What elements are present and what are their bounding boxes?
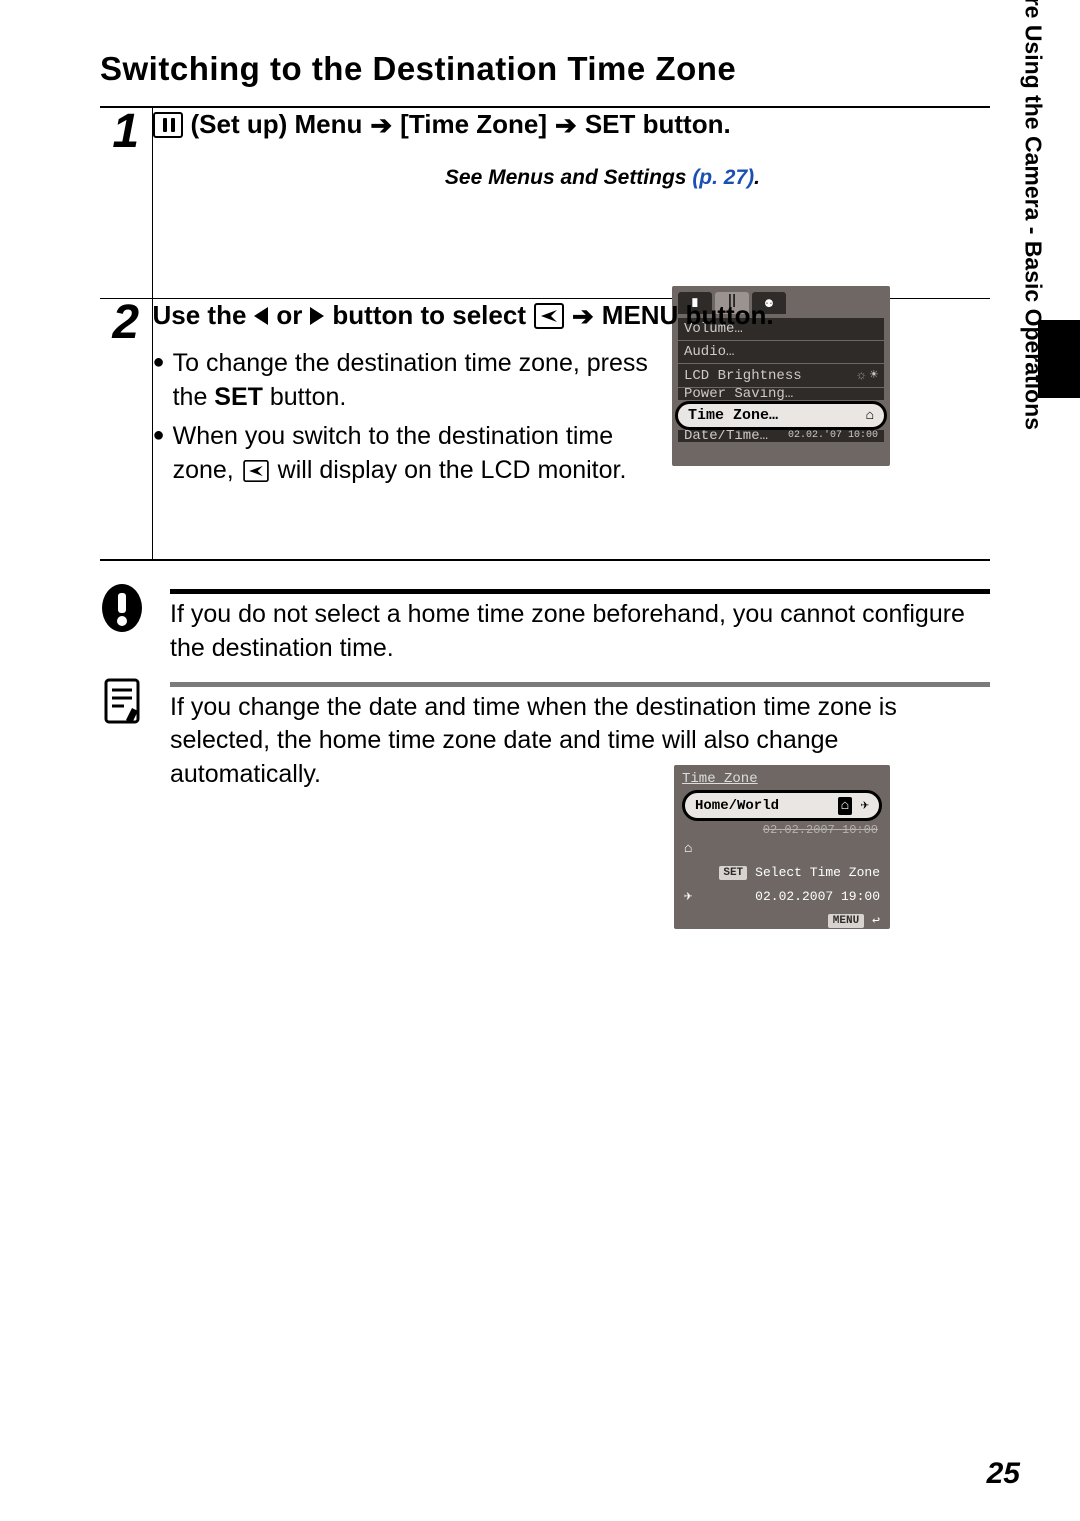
arrow-right-icon: ➔ <box>555 112 577 138</box>
section-title: Switching to the Destination Time Zone <box>100 50 990 88</box>
bullet-marker-icon: ● <box>153 420 165 450</box>
memo-icon <box>100 676 144 726</box>
world-plane-icon <box>534 303 564 329</box>
reference-line: See Menus and Settings (p. 27). <box>153 166 991 190</box>
page-number: 25 <box>987 1457 1020 1491</box>
plane-icon: ✈ <box>684 888 692 905</box>
arrow-right-icon: ➔ <box>572 303 594 329</box>
bullet-item: ● To change the destination time zone, p… <box>153 347 656 415</box>
setup-menu-icon <box>153 112 183 138</box>
home-icon: ⌂ <box>684 841 692 857</box>
lcd-screenshot-time-zone: Time Zone Home/World ⌂ ✈ 02.02.2007 10:0… <box>674 765 890 929</box>
arrow-right-icon: ➔ <box>370 112 392 138</box>
step-number: 2 <box>100 299 152 347</box>
home-icon: ⌂ <box>838 797 852 815</box>
step-1-heading: (Set up) Menu ➔ [Time Zone] ➔ SET button… <box>153 108 991 142</box>
lcd-tz-title: Time Zone <box>682 771 882 787</box>
plane-icon: ✈ <box>861 798 869 814</box>
step-number: 1 <box>100 108 152 156</box>
lcd-home-row: ⌂ <box>682 837 882 861</box>
back-arrow-icon: ↩ <box>872 913 880 928</box>
step-row-1: 1 (Set up) Menu ➔ [Time Zone] ➔ SET butt… <box>100 107 990 299</box>
warning-note: If you do not select a home time zone be… <box>100 583 990 666</box>
lcd-world-row: ✈ 02.02.2007 19:00 <box>682 884 882 909</box>
warning-text: If you do not select a home time zone be… <box>170 598 990 666</box>
lcd-select-tz-row: SET Select Time Zone <box>682 861 882 884</box>
lcd-menu-back-row: MENU ↩ <box>682 909 882 932</box>
step-row-2: 2 Use the or button to select ➔ MENU bu <box>100 299 990 561</box>
right-arrow-icon <box>310 307 324 325</box>
warning-icon <box>100 583 144 633</box>
set-badge: SET <box>719 866 747 880</box>
bullet-marker-icon: ● <box>153 347 165 377</box>
lcd-home-world-selected: Home/World ⌂ ✈ <box>682 790 882 821</box>
bullet-item: ● When you switch to the destination tim… <box>153 420 656 488</box>
steps-table: 1 (Set up) Menu ➔ [Time Zone] ➔ SET butt… <box>100 106 990 561</box>
world-plane-icon <box>243 460 269 482</box>
section-side-label: Before Using the Camera - Basic Operatio… <box>1019 0 1046 430</box>
step-2-heading: Use the or button to select ➔ MENU butto… <box>153 299 991 333</box>
lcd-home-datetime: 02.02.2007 10:00 <box>682 823 882 837</box>
menu-badge: MENU <box>828 914 864 928</box>
page-reference-link[interactable]: (p. 27) <box>692 166 754 189</box>
left-arrow-icon <box>254 307 268 325</box>
